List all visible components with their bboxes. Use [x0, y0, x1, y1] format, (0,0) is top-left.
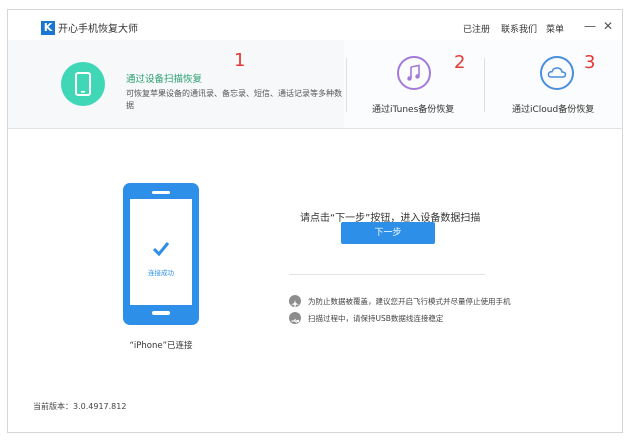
phone-illustration: 连接成功 [123, 183, 199, 325]
annotation-number-1: 1 [234, 50, 246, 71]
title-bar: K 开心手机恢复大师 已注册 联系我们 菜单 — ✕ [8, 10, 622, 40]
tab-itunes-backup[interactable]: 通过iTunes备份恢复 [372, 102, 454, 115]
phone-home-button [152, 311, 170, 315]
version-label: 当前版本：3.0.4917.812 [33, 402, 127, 411]
tab-divider [346, 58, 347, 112]
checkmark-icon [152, 242, 170, 257]
app-logo: K [41, 21, 55, 35]
annotation-number-2: 2 [454, 52, 466, 73]
phone-screen: 连接成功 [130, 199, 192, 305]
usb-icon [289, 312, 301, 324]
registered-menu-item[interactable]: 已注册 [463, 22, 490, 35]
app-title: 开心手机恢复大师 [58, 24, 138, 35]
tab-divider [484, 58, 485, 112]
close-button[interactable]: ✕ [603, 19, 613, 33]
menu-menu-item[interactable]: 菜单 [546, 22, 564, 35]
next-step-button[interactable]: 下一步 [341, 222, 435, 244]
tip-usb-connection: 扫描过程中，请保持USB数据线连接稳定 [308, 314, 444, 323]
annotation-number-3: 3 [584, 52, 596, 73]
music-note-icon[interactable] [397, 56, 431, 90]
airplane-icon [289, 295, 301, 308]
content-divider [289, 274, 485, 275]
minimize-button[interactable]: — [584, 19, 596, 33]
phone-speaker [152, 191, 170, 194]
phone-icon [61, 62, 105, 106]
contact-us-menu-item[interactable]: 联系我们 [501, 22, 537, 35]
tab-device-scan-title[interactable]: 通过设备扫描恢复 [126, 71, 202, 85]
tab-icloud-backup[interactable]: 通过iCloud备份恢复 [512, 102, 594, 115]
recovery-mode-tabs: 通过设备扫描恢复 可恢复苹果设备的通讯录、备忘录、短信、通话记录等多种数据 1 … [8, 40, 622, 129]
cloud-icon[interactable] [540, 56, 574, 90]
tip-airplane-mode: 为防止数据被覆盖，建议您开启飞行模式并尽量停止使用手机 [308, 297, 511, 306]
connection-status: 连接成功 [148, 269, 174, 277]
device-connected-caption: “iPhone”已连接 [129, 341, 193, 351]
tab-device-scan-description: 可恢复苹果设备的通讯录、备忘录、短信、通话记录等多种数据 [126, 89, 342, 110]
